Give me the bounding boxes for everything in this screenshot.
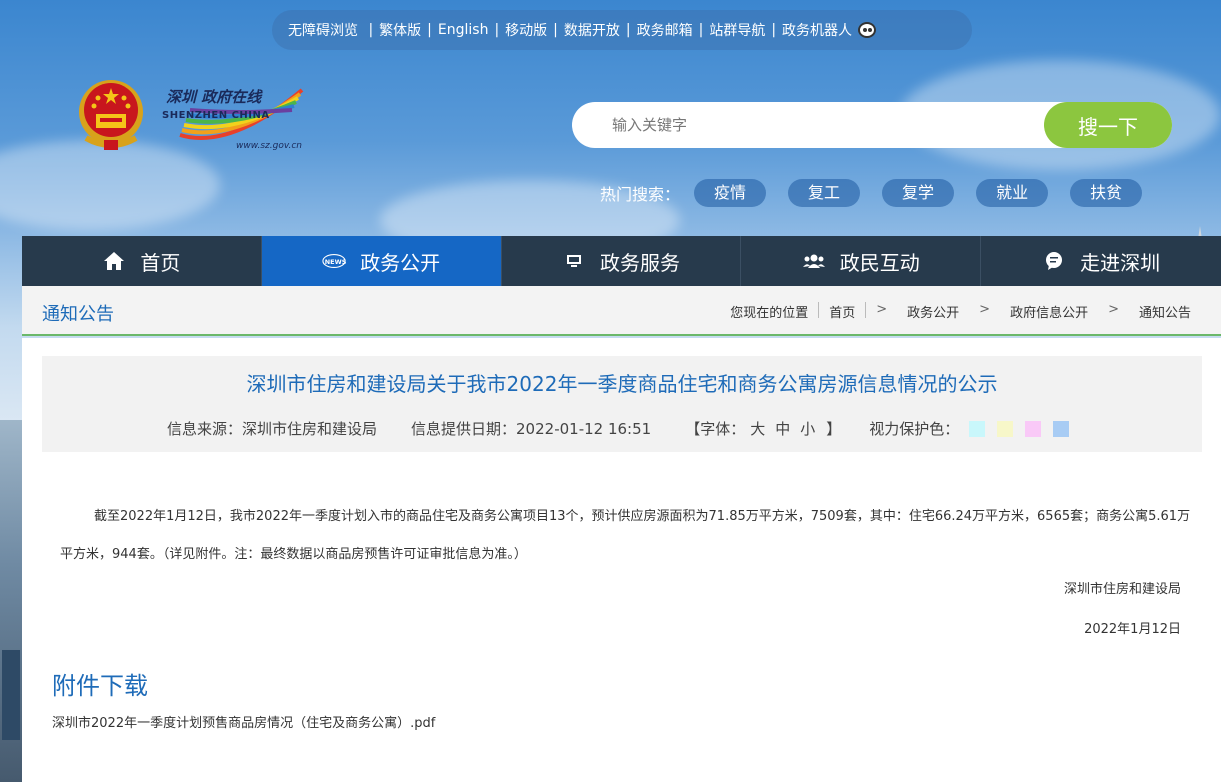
robot-icon[interactable] [856,20,878,40]
national-emblem-icon [79,80,143,150]
attachment-file-link[interactable]: 深圳市2022年一季度计划预售商品房情况（住宅及商务公寓）.pdf [52,712,435,731]
logo-chinese-text: 深圳 政府在线 [166,88,262,106]
news-icon: NEWS [322,251,346,271]
toplink-site-nav[interactable]: 站群导航 [709,20,765,40]
nav-about-shenzhen[interactable]: 走进深圳 [981,236,1221,286]
toplink-traditional[interactable]: 繁体版 [379,20,421,40]
hot-tag-school-resume[interactable]: 复学 [882,179,955,207]
section-title[interactable]: 通知公告 [42,300,114,326]
search-box: 搜一下 [572,102,1172,148]
toplink-accessible[interactable]: 无障碍浏览 [288,20,358,40]
eye-color-cyan-swatch[interactable] [969,420,986,437]
nav-interaction[interactable]: 政民互动 [741,236,982,286]
svg-text:NEWS: NEWS [325,258,346,266]
chat-icon [1042,251,1066,271]
article-body: 截至2022年1月12日，我市2022年一季度计划入市的商品住宅及商务公寓项目1… [60,509,1191,562]
breadcrumb: 您现在的位置 首页 > 政务公开 > 政府信息公开 > 通知公告 [720,302,1191,321]
hot-tag-poverty-relief[interactable]: 扶贫 [1070,179,1143,207]
font-size-close: 】 [826,420,842,438]
hot-tag-epidemic[interactable]: 疫情 [694,179,767,207]
hot-search: 热门搜索： 疫情 复工 复学 就业 扶贫 [600,178,1164,208]
article-date: 信息提供日期：2022-01-12 16:51 [411,420,652,438]
top-links-bar: 无障碍浏览 | 繁体版 | English | 移动版 | 数据开放 | 政务邮箱 | 站… [272,10,972,50]
breadcrumb-separator: > [979,302,991,317]
breadcrumb-separator: > [1108,302,1119,317]
article-content: 深圳市住房和建设局关于我市2022年一季度商品住宅和商务公寓房源信息情况的公示 … [22,338,1221,782]
logo-english-text: SHENZHEN CHINA [162,110,270,121]
nav-services[interactable]: 政务服务 [502,236,742,286]
logo-url-text: www.sz.gov.cn [236,141,302,151]
hot-tag-work-resume[interactable]: 复工 [788,179,861,207]
font-size-small[interactable]: 小 [800,418,815,439]
city-skyline-decoration [0,420,22,782]
attachments-title: 附件下载 [52,672,148,700]
home-icon [102,251,126,271]
eye-color-pink-swatch[interactable] [1025,420,1042,437]
breadcrumb-item-affairs[interactable]: 政务公开 [897,302,969,321]
article-meta: 信息来源：深圳市住房和建设局 信息提供日期：2022-01-12 16:51 【… [167,418,1081,439]
breadcrumb-item-notices[interactable]: 通知公告 [1129,302,1191,321]
eye-care-label: 视力保护色： [869,420,960,438]
toplink-english[interactable]: English [438,22,489,38]
breadcrumb-separator: > [876,302,888,317]
nav-home[interactable]: 首页 [22,236,262,286]
breadcrumb-label: 您现在的位置 [730,306,809,321]
article-header: 深圳市住房和建设局关于我市2022年一季度商品住宅和商务公寓房源信息情况的公示 … [42,356,1202,452]
nav-home-label: 首页 [140,250,181,275]
nav-services-label: 政务服务 [599,250,680,275]
breadcrumb-item-home[interactable]: 首页 [819,302,865,321]
eye-color-yellow-swatch[interactable] [997,420,1014,437]
font-size-large[interactable]: 大 [750,418,765,439]
nav-interaction-label: 政民互动 [839,250,920,275]
article-title: 深圳市住房和建设局关于我市2022年一季度商品住宅和商务公寓房源信息情况的公示 [246,372,998,396]
article-sign-date: 2022年1月12日 [1084,622,1181,637]
toplink-robot[interactable]: 政务机器人 [782,20,852,40]
toplink-mobile[interactable]: 移动版 [505,20,547,40]
font-size-medium[interactable]: 中 [775,418,790,439]
people-icon [802,251,826,271]
article-signer: 深圳市住房和建设局 [1063,582,1181,597]
article-source: 信息来源：深圳市住房和建设局 [167,420,378,438]
hot-tag-employment[interactable]: 就业 [976,179,1049,207]
nav-about-shenzhen-label: 走进深圳 [1080,250,1161,275]
nav-government-affairs[interactable]: NEWS 政务公开 [261,236,502,286]
toplink-open-data[interactable]: 数据开放 [564,20,620,40]
site-logo[interactable]: 深圳 政府在线 SHENZHEN CHINA www.sz.gov.cn [160,80,310,155]
font-size-open: 【字体： [685,420,746,438]
monitor-icon [562,251,586,271]
main-nav: 首页 NEWS 政务公开 政务服务 政民互动 走进深圳 [22,236,1221,286]
search-input[interactable] [612,110,1032,140]
search-button[interactable]: 搜一下 [1044,102,1172,148]
eye-color-blue-swatch[interactable] [1053,420,1070,437]
breadcrumb-bar: 通知公告 您现在的位置 首页 > 政务公开 > 政府信息公开 > 通知公告 [22,286,1221,336]
hot-search-label: 热门搜索： [600,185,681,204]
toplink-email[interactable]: 政务邮箱 [637,20,693,40]
breadcrumb-item-info-disclosure[interactable]: 政府信息公开 [1000,302,1098,321]
nav-government-affairs-label: 政务公开 [360,250,441,275]
